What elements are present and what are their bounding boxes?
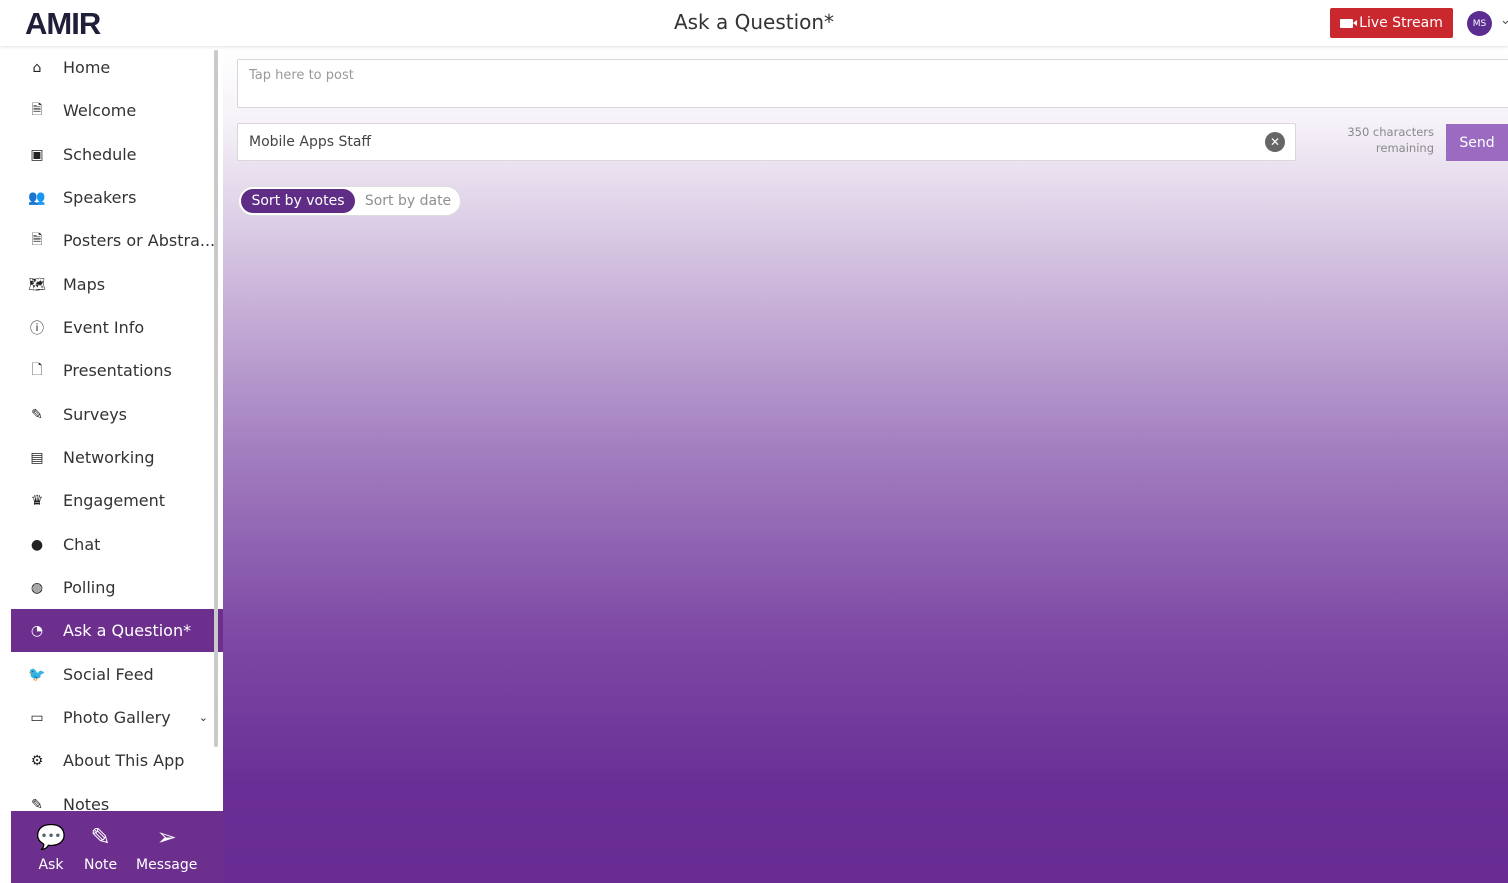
sidebar-item-home[interactable]: ⌂ Home xyxy=(11,46,216,89)
twitter-icon: 🐦 xyxy=(28,666,46,683)
sidebar-item-label: Welcome xyxy=(63,101,137,120)
author-field[interactable]: Mobile Apps Staff ✕ xyxy=(237,123,1296,161)
ask-button[interactable]: 💬 Ask xyxy=(36,811,66,883)
sidebar-item-label: Event Info xyxy=(63,318,145,337)
sidebar-item-label: About This App xyxy=(63,751,185,770)
chevron-down-icon[interactable]: ⌄ xyxy=(1500,13,1508,28)
document-icon: 🗎 xyxy=(31,231,43,248)
gear-icon: ⚙ xyxy=(30,752,44,769)
author-value: Mobile Apps Staff xyxy=(249,134,372,150)
id-card-icon: ▤ xyxy=(30,449,44,466)
sort-by-votes-button[interactable]: Sort by votes xyxy=(241,189,355,213)
sidebar-item-event-info[interactable]: ⓘ Event Info xyxy=(11,306,216,349)
send-button[interactable]: Send xyxy=(1446,124,1508,161)
chat-bubble-icon: ● xyxy=(30,536,44,553)
sidebar-item-about[interactable]: ⚙ About This App xyxy=(11,739,216,782)
sidebar-item-label: Chat xyxy=(63,535,101,554)
sidebar-item-label: Ask a Question* xyxy=(63,621,192,640)
sidebar-item-schedule[interactable]: ▣ Schedule xyxy=(11,133,216,176)
poll-bubble-icon: ◍ xyxy=(30,579,44,596)
sort-toggle: Sort by votes Sort by date xyxy=(238,186,461,216)
sidebar-item-chat[interactable]: ● Chat xyxy=(11,523,216,566)
sidebar-item-presentations[interactable]: 🗋 Presentations xyxy=(11,349,216,392)
crown-icon: ♛ xyxy=(30,492,44,509)
question-bubble-icon: ◔ xyxy=(30,622,44,639)
sidebar-item-label: Social Feed xyxy=(63,665,154,684)
sidebar-item-label: Networking xyxy=(63,448,155,467)
note-label: Note xyxy=(84,857,118,873)
sidebar-item-ask-a-question[interactable]: ◔ Ask a Question* xyxy=(11,609,223,652)
live-stream-label: Live Stream xyxy=(1359,15,1443,31)
sidebar-item-posters[interactable]: 🗎 Posters or Abstra... xyxy=(11,219,216,262)
info-icon: ⓘ xyxy=(30,320,44,337)
live-stream-button[interactable]: Live Stream xyxy=(1330,8,1453,38)
ask-icon: 💬 xyxy=(36,823,66,851)
ask-label: Ask xyxy=(38,857,64,873)
calendar-icon: ▣ xyxy=(30,146,44,163)
chevron-down-icon[interactable]: ⌄ xyxy=(199,711,208,724)
note-button[interactable]: ✎ Note xyxy=(84,811,117,883)
sidebar-item-label: Photo Gallery xyxy=(63,708,171,727)
home-icon: ⌂ xyxy=(32,59,42,76)
sidebar-item-label: Engagement xyxy=(63,491,166,510)
sidebar-scrollbar[interactable] xyxy=(214,50,218,747)
bottom-action-bar: 💬 Ask ✎ Note ➢ Message xyxy=(11,811,223,883)
sidebar-item-speakers[interactable]: 👥 Speakers xyxy=(11,176,216,219)
top-bar: AMIR Ask a Question* Live Stream MS ⌄ xyxy=(0,0,1508,46)
sidebar-item-maps[interactable]: 🗺 Maps xyxy=(11,263,216,306)
sidebar-item-polling[interactable]: ◍ Polling xyxy=(11,566,216,609)
page-title: Ask a Question* xyxy=(673,10,835,34)
pencil-icon: ✎ xyxy=(90,823,111,851)
pdf-file-icon: 🗋 xyxy=(31,361,43,378)
paper-plane-icon: ➢ xyxy=(156,823,177,851)
document-icon: 🗎 xyxy=(31,101,43,118)
sidebar-item-label: Maps xyxy=(63,275,106,294)
sidebar-item-label: Surveys xyxy=(63,405,127,424)
photo-gallery-icon: ▭ xyxy=(30,709,44,726)
clear-icon[interactable]: ✕ xyxy=(1265,132,1285,152)
sidebar-item-social-feed[interactable]: 🐦 Social Feed xyxy=(11,653,216,696)
char-count-line2: remaining xyxy=(1375,141,1434,155)
sidebar-item-label: Presentations xyxy=(63,361,172,380)
sort-by-date-button[interactable]: Sort by date xyxy=(357,189,459,213)
users-icon: 👥 xyxy=(28,189,46,206)
message-label: Message xyxy=(136,857,198,873)
sidebar-item-surveys[interactable]: ✎ Surveys xyxy=(11,393,216,436)
main-content: Tap here to post Mobile Apps Staff ✕ 350… xyxy=(223,46,1508,883)
sidebar-item-label: Schedule xyxy=(63,145,137,164)
sidebar: ⌂ Home 🗎 Welcome ▣ Schedule 👥 Speakers 🗎… xyxy=(11,46,223,883)
video-camera-icon xyxy=(1340,18,1358,28)
character-counter: 350 characters remaining xyxy=(1328,124,1434,156)
sidebar-item-engagement[interactable]: ♛ Engagement xyxy=(11,479,216,522)
sidebar-item-label: Speakers xyxy=(63,188,137,207)
sidebar-item-welcome[interactable]: 🗎 Welcome xyxy=(11,89,216,132)
sidebar-item-label: Polling xyxy=(63,578,116,597)
avatar[interactable]: MS xyxy=(1467,11,1492,36)
map-icon: 🗺 xyxy=(28,276,46,293)
message-button[interactable]: ➢ Message xyxy=(136,811,197,883)
sidebar-item-label: Home xyxy=(63,58,111,77)
sidebar-item-networking[interactable]: ▤ Networking xyxy=(11,436,216,479)
sidebar-item-label: Posters or Abstra... xyxy=(63,231,216,250)
char-count-line1: 350 characters xyxy=(1347,125,1434,139)
sidebar-item-photo-gallery[interactable]: ▭ Photo Gallery ⌄ xyxy=(11,696,216,739)
survey-icon: ✎ xyxy=(31,406,43,423)
post-input[interactable]: Tap here to post xyxy=(237,59,1508,108)
